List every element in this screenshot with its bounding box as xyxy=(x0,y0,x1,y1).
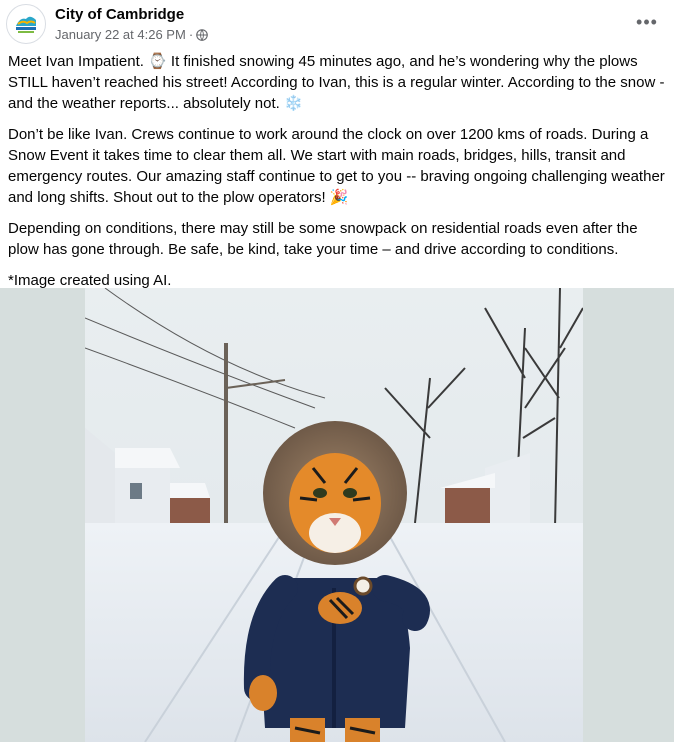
post-meta: January 22 at 4:26 PM · xyxy=(55,27,208,42)
globe-icon[interactable] xyxy=(196,28,208,41)
post-photo-container[interactable] xyxy=(0,288,674,742)
post-message: Meet Ivan Impatient. ⌚ It finished snowi… xyxy=(8,51,668,301)
post-paragraph-3: Depending on conditions, there may still… xyxy=(8,220,638,258)
post-timestamp[interactable]: January 22 at 4:26 PM xyxy=(55,27,186,42)
page-avatar[interactable] xyxy=(6,4,46,44)
facebook-post: City of Cambridge January 22 at 4:26 PM … xyxy=(0,0,674,742)
cambridge-logo xyxy=(8,6,44,42)
post-header: City of Cambridge January 22 at 4:26 PM … xyxy=(0,0,674,48)
post-paragraph-2: Don’t be like Ivan. Crews continue to wo… xyxy=(8,126,665,206)
more-options-button[interactable]: ••• xyxy=(632,10,662,34)
meta-separator: · xyxy=(188,27,194,42)
post-paragraph-1: Meet Ivan Impatient. ⌚ It finished snowi… xyxy=(8,53,665,112)
page-name[interactable]: City of Cambridge xyxy=(55,6,184,23)
post-photo[interactable] xyxy=(85,288,583,742)
